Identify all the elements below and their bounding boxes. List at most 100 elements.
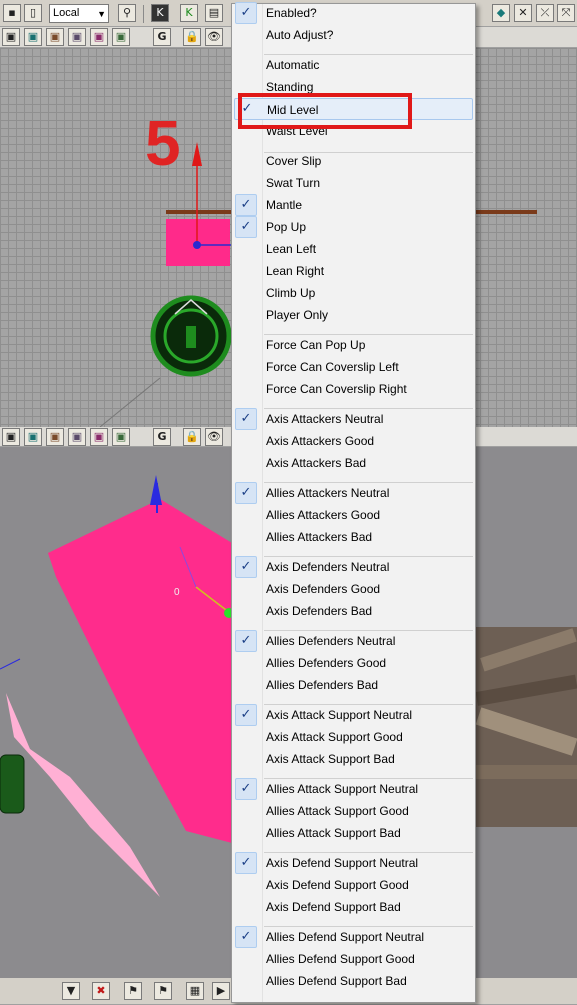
menu-item-label: Axis Defend Support Good — [266, 878, 409, 892]
game-view-icon[interactable]: G — [153, 28, 171, 46]
coord-space-select[interactable]: Local ▼ — [49, 4, 109, 23]
menu-separator — [264, 778, 473, 779]
menu-item[interactable]: Axis Defend Support Good — [234, 874, 473, 896]
menu-item[interactable]: Lean Left — [234, 238, 473, 260]
menu-item[interactable]: Axis Defenders Bad — [234, 600, 473, 622]
menu-item-label: Axis Attackers Neutral — [266, 412, 384, 426]
menu-item[interactable]: ✓ Mantle — [234, 194, 473, 216]
menu-item[interactable]: ✓ Allies Defend Support Neutral — [234, 926, 473, 948]
cube-icon[interactable]: ▣ — [68, 428, 86, 446]
menu-item[interactable]: Allies Defenders Good — [234, 652, 473, 674]
menu-item[interactable]: ✓ Axis Attack Support Neutral — [234, 704, 473, 726]
menu-item[interactable]: ✓ Pop Up — [234, 216, 473, 238]
menu-item[interactable]: Swat Turn — [234, 172, 473, 194]
clapper-icon[interactable]: ▤ — [205, 4, 223, 22]
menu-item[interactable]: Auto Adjust? — [234, 24, 473, 46]
menu-item-label: Allies Defenders Bad — [266, 678, 379, 692]
menu-item[interactable]: Player Only — [234, 304, 473, 326]
checkmark-icon: ✓ — [235, 556, 257, 578]
menu-item[interactable]: Allies Attack Support Good — [234, 800, 473, 822]
link-icon[interactable]: ⤧ — [557, 4, 575, 22]
save-icon[interactable]: ▪ — [3, 4, 21, 22]
menu-item-label: Axis Defenders Bad — [266, 604, 373, 618]
menu-item[interactable]: ✓ Axis Defend Support Neutral — [234, 852, 473, 874]
binoculars-icon[interactable]: ⚲ — [118, 4, 136, 22]
menu-item-label: Enabled? — [266, 6, 317, 20]
menu-item[interactable]: Allies Defend Support Bad — [234, 970, 473, 992]
cube-icon[interactable]: ▣ — [2, 428, 20, 446]
material-icon[interactable]: ◆ — [492, 4, 510, 22]
cube-icon[interactable]: ▣ — [90, 428, 108, 446]
menu-item[interactable]: ✓ Allies Attackers Neutral — [234, 482, 473, 504]
menu-item[interactable]: Allies Defenders Bad — [234, 674, 473, 696]
menu-item-label: Force Can Coverslip Right — [266, 382, 407, 396]
menu-item-label: Axis Defenders Neutral — [266, 560, 390, 574]
cube-icon[interactable]: ▣ — [24, 28, 42, 46]
path-icon[interactable]: ✕ — [514, 4, 532, 22]
lock-icon[interactable]: 🔒 — [183, 28, 201, 46]
menu-item[interactable]: Axis Attack Support Good — [234, 726, 473, 748]
cube-icon[interactable]: ▣ — [46, 428, 64, 446]
menu-item-label: Climb Up — [266, 286, 316, 300]
cube-icon[interactable]: ▣ — [112, 428, 130, 446]
menu-separator — [264, 556, 473, 557]
game-view-icon[interactable]: G — [153, 428, 171, 446]
menu-item[interactable]: Allies Defend Support Good — [234, 948, 473, 970]
build-icon[interactable]: ▦ — [186, 982, 204, 1000]
menu-separator — [264, 334, 473, 335]
menu-item[interactable]: Axis Defenders Good — [234, 578, 473, 600]
menu-item-label: Player Only — [266, 308, 329, 322]
menu-item-label: Allies Defend Support Good — [266, 952, 415, 966]
checkmark-icon: ✓ — [235, 482, 257, 504]
wand-icon[interactable]: ⚑ — [124, 982, 142, 1000]
kismet-k-icon[interactable]: K — [180, 4, 198, 22]
menu-separator — [264, 630, 473, 631]
menu-item-label: Cover Slip — [266, 154, 322, 168]
menu-item-label: Lean Left — [266, 242, 317, 256]
eye-icon[interactable]: 👁 — [205, 428, 223, 446]
menu-item[interactable]: Axis Defend Support Bad — [234, 896, 473, 918]
cube-icon[interactable]: ▣ — [2, 28, 20, 46]
cube-icon[interactable]: ▣ — [46, 28, 64, 46]
menu-item[interactable]: Axis Attackers Good — [234, 430, 473, 452]
menu-item[interactable]: Automatic — [234, 54, 473, 76]
menu-item[interactable]: ✓ Axis Defenders Neutral — [234, 556, 473, 578]
chevron-down-icon[interactable]: ▼ — [62, 982, 80, 1000]
kismet-icon[interactable]: K — [151, 4, 169, 22]
menu-item[interactable]: Allies Attackers Good — [234, 504, 473, 526]
eye-icon[interactable]: 👁 — [205, 28, 223, 46]
menu-item-label: Axis Attack Support Good — [266, 730, 403, 744]
menu-item[interactable]: Axis Attack Support Bad — [234, 748, 473, 770]
menu-item-label: Axis Defend Support Neutral — [266, 856, 419, 870]
wand-icon[interactable]: ⚑ — [154, 982, 172, 1000]
menu-item[interactable]: Lean Right — [234, 260, 473, 282]
cube-icon[interactable]: ▣ — [112, 28, 130, 46]
menu-item[interactable]: Axis Attackers Bad — [234, 452, 473, 474]
menu-item[interactable]: Allies Attack Support Bad — [234, 822, 473, 844]
cover-node-figure — [186, 326, 196, 348]
lock-icon[interactable]: 🔒 — [183, 428, 201, 446]
menu-item[interactable]: Force Can Pop Up — [234, 334, 473, 356]
menu-item-label: Force Can Pop Up — [266, 338, 366, 352]
menu-item[interactable]: ✓ Allies Defenders Neutral — [234, 630, 473, 652]
menu-item[interactable]: Climb Up — [234, 282, 473, 304]
menu-item[interactable]: ✓ Axis Attackers Neutral — [234, 408, 473, 430]
gizmo-arrow — [192, 142, 202, 166]
menu-item[interactable]: Force Can Coverslip Right — [234, 378, 473, 400]
menu-item-label: Allies Defend Support Neutral — [266, 930, 425, 944]
menu-item[interactable]: ✓ Allies Attack Support Neutral — [234, 778, 473, 800]
menu-item[interactable]: Allies Attackers Bad — [234, 526, 473, 548]
menu-separator — [264, 852, 473, 853]
context-menu: ✓ Enabled? Auto Adjust? Automatic Standing ✓ M… — [231, 2, 476, 1003]
cube-icon[interactable]: ▣ — [90, 28, 108, 46]
cube-icon[interactable]: ▣ — [68, 28, 86, 46]
play-icon[interactable]: ▶ — [212, 982, 230, 1000]
menu-item[interactable]: ✓ Enabled? — [234, 2, 473, 24]
menu-item[interactable]: Cover Slip — [234, 150, 473, 172]
menu-separator — [264, 926, 473, 927]
bookmark-icon[interactable]: ▯ — [24, 4, 42, 22]
delete-icon[interactable]: ✖ — [92, 982, 110, 1000]
menu-item[interactable]: Force Can Coverslip Left — [234, 356, 473, 378]
cube-icon[interactable]: ▣ — [24, 428, 42, 446]
route-icon[interactable]: ⤫ — [536, 4, 554, 22]
